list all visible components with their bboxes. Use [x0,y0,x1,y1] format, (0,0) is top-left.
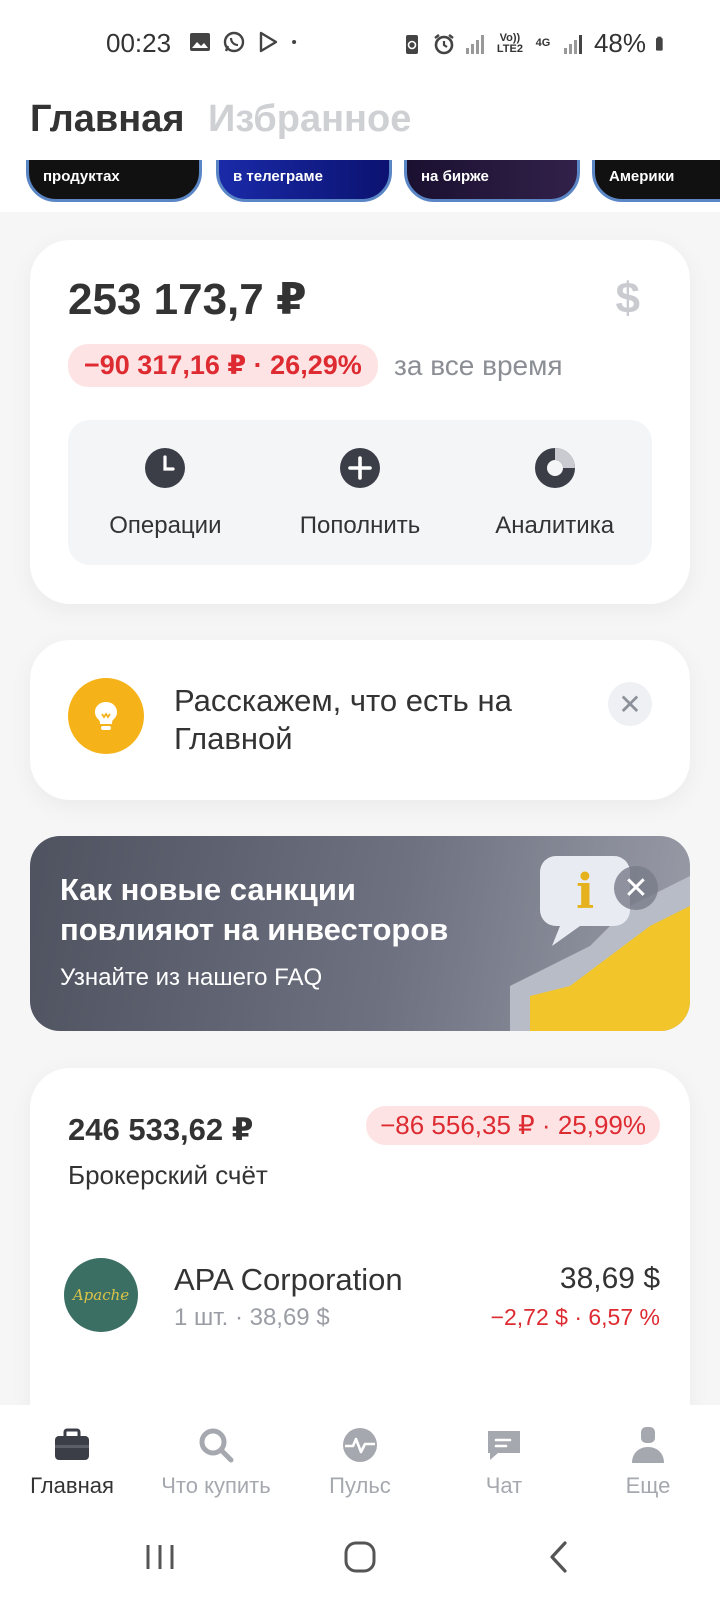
story-label: в телеграме [233,168,323,185]
signal-icon [563,34,582,54]
story-label: продуктах [43,168,120,185]
battery-percent: 48% [593,28,646,58]
list-item[interactable]: Apache APA Corporation 1 шт. · 38,69 $ 3… [60,1258,660,1338]
operations-label: Операции [109,512,222,539]
hint-text: Расскажем, что есть на Главной [174,683,512,756]
story-item[interactable]: на бирже [404,160,580,202]
nav-item-main[interactable]: Главная [0,1405,144,1515]
broker-balance: 246 533,62 ₽ [68,1112,254,1147]
system-navigation [0,1515,720,1600]
broker-account-card[interactable]: 246 533,62 ₽ −86 556,35 ₽ · 25,99% Броке… [30,1068,690,1428]
nav-item-more[interactable]: Еще [576,1405,720,1515]
nav-item-pulse[interactable]: Пульс [288,1405,432,1515]
asset-logo: Apache [64,1258,138,1332]
asset-change: −2,72 $ · 6,57 % [490,1304,660,1330]
currency-switch-button[interactable]: $ [616,274,640,324]
banner-subtitle: Узнайте из нашего FAQ [60,964,323,991]
status-bar: 00:23 Vo)) LTE2 4G 48% [0,0,720,90]
battery-saver-icon [405,34,418,54]
broker-change-badge: −86 556,35 ₽ · 25,99% [366,1106,660,1145]
clock-icon [145,448,186,488]
nav-label: Что купить [161,1473,271,1498]
analytics-button[interactable]: Аналитика [457,420,652,565]
analytics-label: Аналитика [495,512,615,539]
banner-title: Как новые санкции повлияют на инвесторов [60,872,449,947]
svg-text:i: i [576,864,594,920]
story-label: Америки [609,168,675,185]
battery-icon [656,36,663,51]
portfolio-total: 253 173,7 ₽ [68,275,307,324]
sanctions-faq-banner[interactable]: i Как новые санкции повлияют на инвестор… [30,836,690,1031]
donut-chart-icon [534,448,575,488]
tab-favorites[interactable]: Избранное [208,98,411,141]
nav-label: Пульс [329,1473,391,1498]
nav-label: Главная [30,1473,114,1498]
close-icon[interactable]: ✕ [614,866,658,910]
whatsapp-icon [223,31,245,53]
bottom-navigation: Главная Что купить Пульс Чат Еще [0,1405,720,1515]
pulse-icon [343,1428,377,1462]
story-item[interactable]: Америки [592,160,720,202]
stories-strip: продуктах в телеграме на бирже Америки [0,160,720,212]
nav-label: Чат [485,1473,523,1498]
story-item[interactable]: в телеграме [216,160,392,202]
account-name: Брокерский счёт [68,1160,268,1190]
asset-quantity: 1 шт. · 38,69 $ [174,1304,330,1331]
story-label: на бирже [421,168,489,185]
dot-icon [292,39,297,45]
onboarding-hint-card[interactable]: Расскажем, что есть на Главной ✕ [30,640,690,800]
tab-main[interactable]: Главная [30,98,185,141]
nav-item-chat[interactable]: Чат [432,1405,576,1515]
nav-label: Еще [625,1473,671,1498]
close-icon[interactable]: ✕ [608,682,652,726]
recent-apps-icon[interactable] [140,1537,180,1577]
top-up-button[interactable]: Пополнить [263,420,458,565]
asset-price: 38,69 $ [559,1262,660,1295]
portfolio-change-badge: −90 317,16 ₽ · 26,29% [68,344,378,387]
4g-indicator: 4G [535,37,551,49]
gallery-icon [190,33,210,51]
chat-icon [488,1431,520,1460]
profile-icon [632,1427,664,1463]
portfolio-balance-card: 253 173,7 ₽ $ −90 317,16 ₽ · 26,29% за в… [30,240,690,604]
plus-icon [340,448,380,488]
volte-indicator: Vo)) LTE2 [496,31,523,55]
nav-item-what-to-buy[interactable]: Что купить [144,1405,288,1515]
top-up-label: Пополнить [299,512,421,539]
back-icon[interactable] [540,1537,580,1577]
search-icon [199,1428,234,1463]
operations-button[interactable]: Операции [68,420,263,565]
asset-name: APA Corporation [174,1262,403,1297]
quick-actions: Операции Пополнить Аналитика [68,420,652,565]
briefcase-icon [55,1428,89,1460]
home-icon[interactable] [340,1537,380,1577]
play-store-icon [259,31,278,53]
change-period-selector[interactable]: за все время [394,350,563,382]
status-time: 00:23 [106,28,172,58]
story-item[interactable]: продуктах [26,160,202,202]
header-tabs: Главная Избранное [0,90,720,160]
lightbulb-icon [68,678,144,754]
alarm-icon [434,33,454,54]
info-bubble-icon: i [510,856,690,1031]
signal-icon [465,34,484,54]
